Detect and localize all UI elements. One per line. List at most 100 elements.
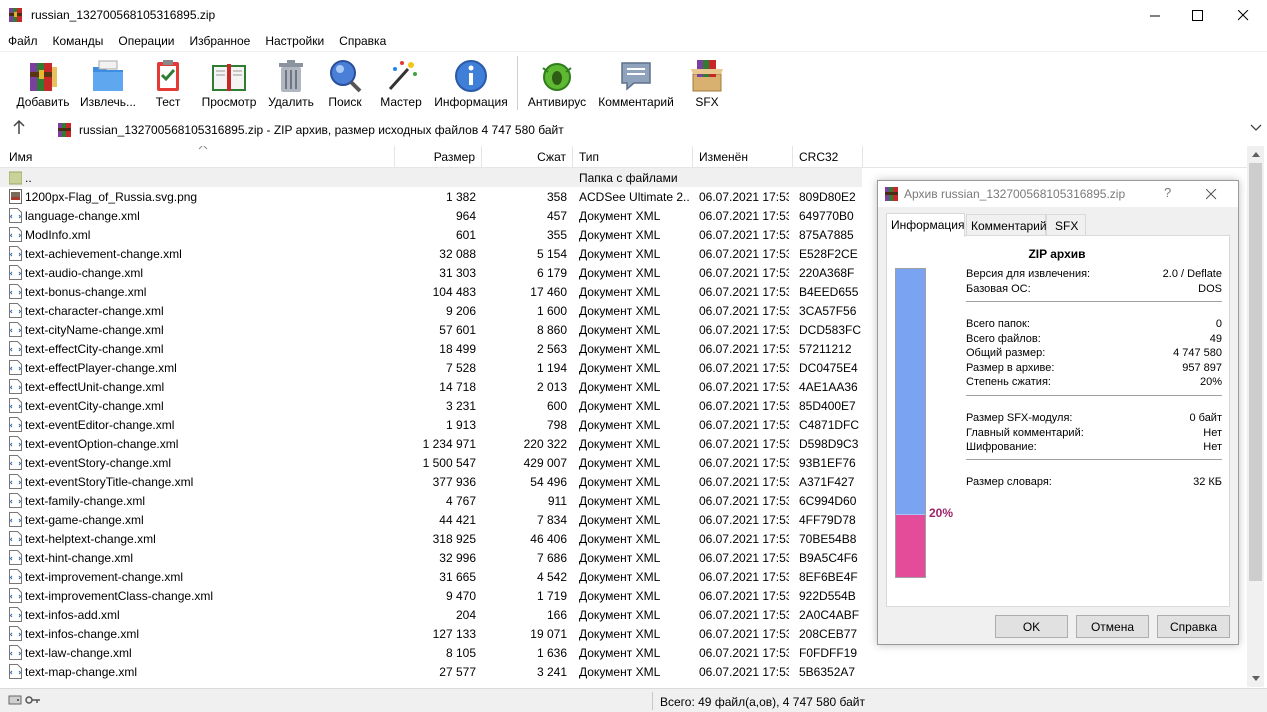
column-header-size[interactable]: Размер [395,146,482,168]
cancel-button[interactable]: Отмена [1076,615,1149,638]
file-row[interactable]: 1200px-Flag_of_Russia.svg.png 1 382 358 ACD… [0,187,862,206]
property-key: Размер SFX-модуля: [966,412,1073,424]
view-button[interactable]: Просмотр [198,52,260,114]
file-name: language-change.xml [25,209,140,223]
file-row[interactable]: text-game-change.xml 44 421 7 834 Документ … [0,510,862,529]
archive-type-heading: ZIP архив [1028,247,1086,261]
file-row[interactable]: language-change.xml 964 457 Документ XML 06.… [0,206,862,225]
file-size: 27 577 [439,665,476,679]
winrar-app-icon[interactable] [8,7,24,26]
file-row[interactable]: text-infos-add.xml 204 166 Документ XML 06.0… [0,605,862,624]
column-header-packed[interactable]: Сжат [482,146,573,168]
file-row[interactable]: text-character-change.xml 9 206 1 600 Докум… [0,301,862,320]
column-header-type[interactable]: Тип [573,146,693,168]
file-row[interactable]: text-effectCity-change.xml 18 499 2 563 Док… [0,339,862,358]
add-archive-icon [30,63,57,91]
menu-favorites[interactable]: Избранное [182,31,258,51]
file-name: text-map-change.xml [25,665,138,679]
file-size: 1 913 [445,418,476,432]
scrollbar-thumb[interactable] [1249,163,1262,581]
file-modified: 06.07.2021 17:53 [699,646,789,660]
file-name: text-improvement-change.xml [25,570,184,584]
file-packed-size: 4 542 [536,570,567,584]
tab-information[interactable]: Информация [886,213,965,237]
file-row[interactable]: text-cityName-change.xml 57 601 8 860 Докум… [0,320,862,339]
minimize-button[interactable] [1132,0,1178,31]
delete-button[interactable]: Удалить [264,52,318,114]
file-type: Документ XML [579,646,661,660]
view-button-label: Просмотр [201,95,257,109]
menu-operations[interactable]: Операции [110,31,181,51]
column-header-crc[interactable]: CRC32 [793,146,863,168]
file-name: text-character-change.xml [25,304,164,318]
file-crc: DC0475E4 [799,361,858,375]
file-row[interactable]: text-achievement-change.xml 32 088 5 154 До… [0,244,862,263]
file-row[interactable]: ModInfo.xml 601 355 Документ XML 06.07.2021 … [0,225,862,244]
antivirus-button[interactable]: Антивирус [525,52,589,114]
info-button[interactable]: Информация [432,52,510,114]
sfx-button[interactable]: SFX [684,52,730,114]
help-button[interactable]: Справка [1157,615,1230,638]
wizard-button[interactable]: Мастер [375,52,427,114]
chevron-down-icon[interactable] [1250,123,1262,135]
file-row[interactable]: text-improvementClass-change.xml 9 470 1 7… [0,586,862,605]
ok-button[interactable]: OK [995,615,1068,638]
file-row[interactable]: text-law-change.xml 8 105 1 636 Документ XM… [0,643,862,662]
column-header-name[interactable]: Имя [3,146,395,168]
vertical-scrollbar[interactable] [1247,146,1264,687]
property-row: Главный комментарий: Нет [966,427,1222,442]
file-modified: 06.07.2021 17:53 [699,494,789,508]
file-row[interactable]: text-family-change.xml 4 767 911 Документ X… [0,491,862,510]
add-button[interactable]: Добавить [13,52,73,114]
file-row[interactable]: text-infos-change.xml 127 133 19 071 Докуме… [0,624,862,643]
tab-sfx[interactable]: SFX [1046,214,1086,236]
file-row[interactable]: text-effectUnit-change.xml 14 718 2 013 Док… [0,377,862,396]
scroll-up-icon[interactable] [1247,146,1264,163]
file-row[interactable]: text-helptext-change.xml 318 925 46 406 Док… [0,529,862,548]
file-row[interactable]: text-map-change.xml 27 577 3 241 Документ X… [0,662,862,681]
file-row[interactable]: text-eventStoryTitle-change.xml 377 936 54… [0,472,862,491]
dialog-help-button[interactable]: ? [1164,185,1171,200]
extract-button[interactable]: Извлечь... [76,52,140,114]
file-modified: 06.07.2021 17:53 [699,380,789,394]
file-row[interactable]: text-bonus-change.xml 104 483 17 460 Докуме… [0,282,862,301]
path-combobox[interactable]: russian_132700568105316895.zip - ZIP арх… [52,118,1267,140]
dialog-archive-icon [885,187,898,201]
menu-commands[interactable]: Команды [45,31,111,51]
file-row[interactable]: text-eventEditor-change.xml 1 913 798 Докум… [0,415,862,434]
file-row[interactable]: text-eventOption-change.xml 1 234 971 220 … [0,434,862,453]
parent-folder-row[interactable]: .. Папка с файлами [0,168,862,187]
file-row[interactable]: text-improvement-change.xml 31 665 4 542 До… [0,567,862,586]
file-modified: 06.07.2021 17:53 [699,418,789,432]
menu-settings[interactable]: Настройки [257,31,331,51]
file-type: Документ XML [579,570,661,584]
dialog-close-button[interactable] [1205,183,1217,205]
scroll-down-icon[interactable] [1247,670,1264,687]
file-row[interactable]: text-eventStory-change.xml 1 500 547 429 0… [0,453,862,472]
test-button[interactable]: Тест [146,52,190,114]
file-name: text-achievement-change.xml [25,247,182,261]
file-row[interactable]: text-audio-change.xml 31 303 6 179 Документ… [0,263,862,282]
toolbar: Добавить Извлечь... Тест Просмотр Удалит… [0,51,1267,115]
file-row[interactable]: text-effectPlayer-change.xml 7 528 1 194 До… [0,358,862,377]
file-row[interactable]: text-eventCity-change.xml 3 231 600 Докумен… [0,396,862,415]
menu-file[interactable]: Файл [0,31,45,51]
find-button[interactable]: Поиск [322,52,368,114]
file-packed-size: 220 322 [523,437,567,451]
close-button[interactable] [1220,0,1266,31]
divider [966,459,1222,460]
file-name: text-eventCity-change.xml [25,399,164,413]
tab-comment[interactable]: Комментарий [966,214,1047,236]
file-name: ModInfo.xml [25,228,91,242]
file-type: Документ XML [579,247,661,261]
up-one-level-button[interactable] [12,119,34,139]
column-header-modified[interactable]: Изменён [693,146,793,168]
xml-file-icon [9,607,22,622]
file-crc: 6C994D60 [799,494,857,508]
maximize-button[interactable] [1174,0,1220,31]
comment-button[interactable]: Комментарий [595,52,677,114]
file-row[interactable]: text-hint-change.xml 32 996 7 686 Документ … [0,548,862,567]
file-size: 9 470 [445,589,476,603]
menu-help[interactable]: Справка [331,31,393,51]
file-name: text-cityName-change.xml [25,323,164,337]
